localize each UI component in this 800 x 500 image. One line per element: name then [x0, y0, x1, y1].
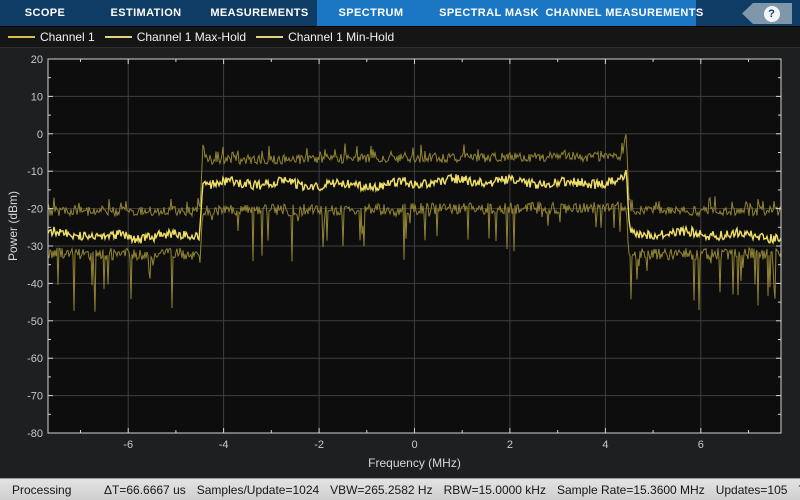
svg-text:-60: -60: [27, 353, 43, 365]
legend-label: Channel 1 Max-Hold: [136, 30, 247, 44]
x-axis-title: Frequency (MHz): [368, 456, 461, 470]
tab-spectral-mask[interactable]: SPECTRAL MASK: [425, 0, 553, 26]
toolbar: SCOPE ESTIMATION MEASUREMENTS SPECTRUM S…: [0, 0, 800, 27]
tab-channel-measurements[interactable]: CHANNEL MEASUREMENTS: [545, 0, 703, 26]
plot-panel: -6 -4 -2 0 2 4 6 20 10 0 -10 -20 -30 -40 -50 -60 -70 -80 …: [0, 48, 800, 478]
svg-text:0: 0: [411, 439, 417, 451]
help-icon: ?: [763, 5, 780, 22]
legend-label: Channel 1: [40, 30, 95, 44]
svg-text:-2: -2: [314, 439, 324, 451]
status-samples-per-update: Samples/Update=1024: [196, 482, 320, 497]
status-updates: Updates=105: [715, 482, 788, 497]
status-bar: Processing ΔT=66.6667 us Samples/Update=…: [0, 478, 800, 500]
tab-measurements[interactable]: MEASUREMENTS: [202, 0, 317, 26]
tab-spectrum[interactable]: SPECTRUM: [317, 0, 425, 26]
status-sample-rate: Sample Rate=15.3600 MHz: [556, 482, 705, 497]
status-state: Processing: [12, 482, 72, 497]
legend: Channel 1 Channel 1 Max-Hold Channel 1 M…: [0, 27, 800, 48]
maxhold-line-swatch: [104, 36, 132, 38]
channel1-line-swatch: [8, 36, 35, 38]
svg-text:-20: -20: [27, 204, 43, 216]
spectrum-plot[interactable]: -6 -4 -2 0 2 4 620100-10-20-30-40-50-60-70-80: [0, 48, 800, 477]
svg-text:4: 4: [602, 439, 608, 451]
minhold-line-swatch: [256, 36, 284, 38]
svg-text:-6: -6: [123, 439, 133, 451]
tab-estimation[interactable]: ESTIMATION: [90, 0, 202, 26]
svg-text:0: 0: [37, 129, 43, 141]
tab-scope[interactable]: SCOPE: [0, 0, 90, 26]
legend-item-channel1[interactable]: Channel 1: [8, 30, 95, 44]
svg-text:-80: -80: [27, 428, 43, 440]
svg-text:6: 6: [698, 439, 704, 451]
status-delta-t: ΔT=66.6667 us: [104, 482, 186, 497]
status-rbw: RBW=15.0000 kHz: [443, 482, 546, 497]
svg-text:-4: -4: [219, 439, 229, 451]
spectrum-analyzer-window: SCOPE ESTIMATION MEASUREMENTS SPECTRUM S…: [0, 0, 800, 500]
svg-text:-70: -70: [27, 391, 43, 403]
svg-text:-10: -10: [27, 166, 43, 178]
y-axis-title: Power (dBm): [6, 190, 20, 261]
status-vbw: VBW=265.2582 Hz: [330, 482, 433, 497]
svg-text:-30: -30: [27, 241, 43, 253]
svg-text:-40: -40: [27, 278, 43, 290]
svg-text:2: 2: [507, 439, 513, 451]
svg-text:10: 10: [31, 91, 43, 103]
svg-text:20: 20: [31, 54, 43, 66]
legend-item-minhold[interactable]: Channel 1 Min-Hold: [256, 30, 394, 44]
tab-group-spectrum: SPECTRUM SPECTRAL MASK CHANNEL MEASUREME…: [317, 0, 703, 26]
svg-text:-50: -50: [27, 316, 43, 328]
legend-label: Channel 1 Min-Hold: [288, 30, 395, 44]
legend-item-maxhold[interactable]: Channel 1 Max-Hold: [104, 30, 247, 44]
